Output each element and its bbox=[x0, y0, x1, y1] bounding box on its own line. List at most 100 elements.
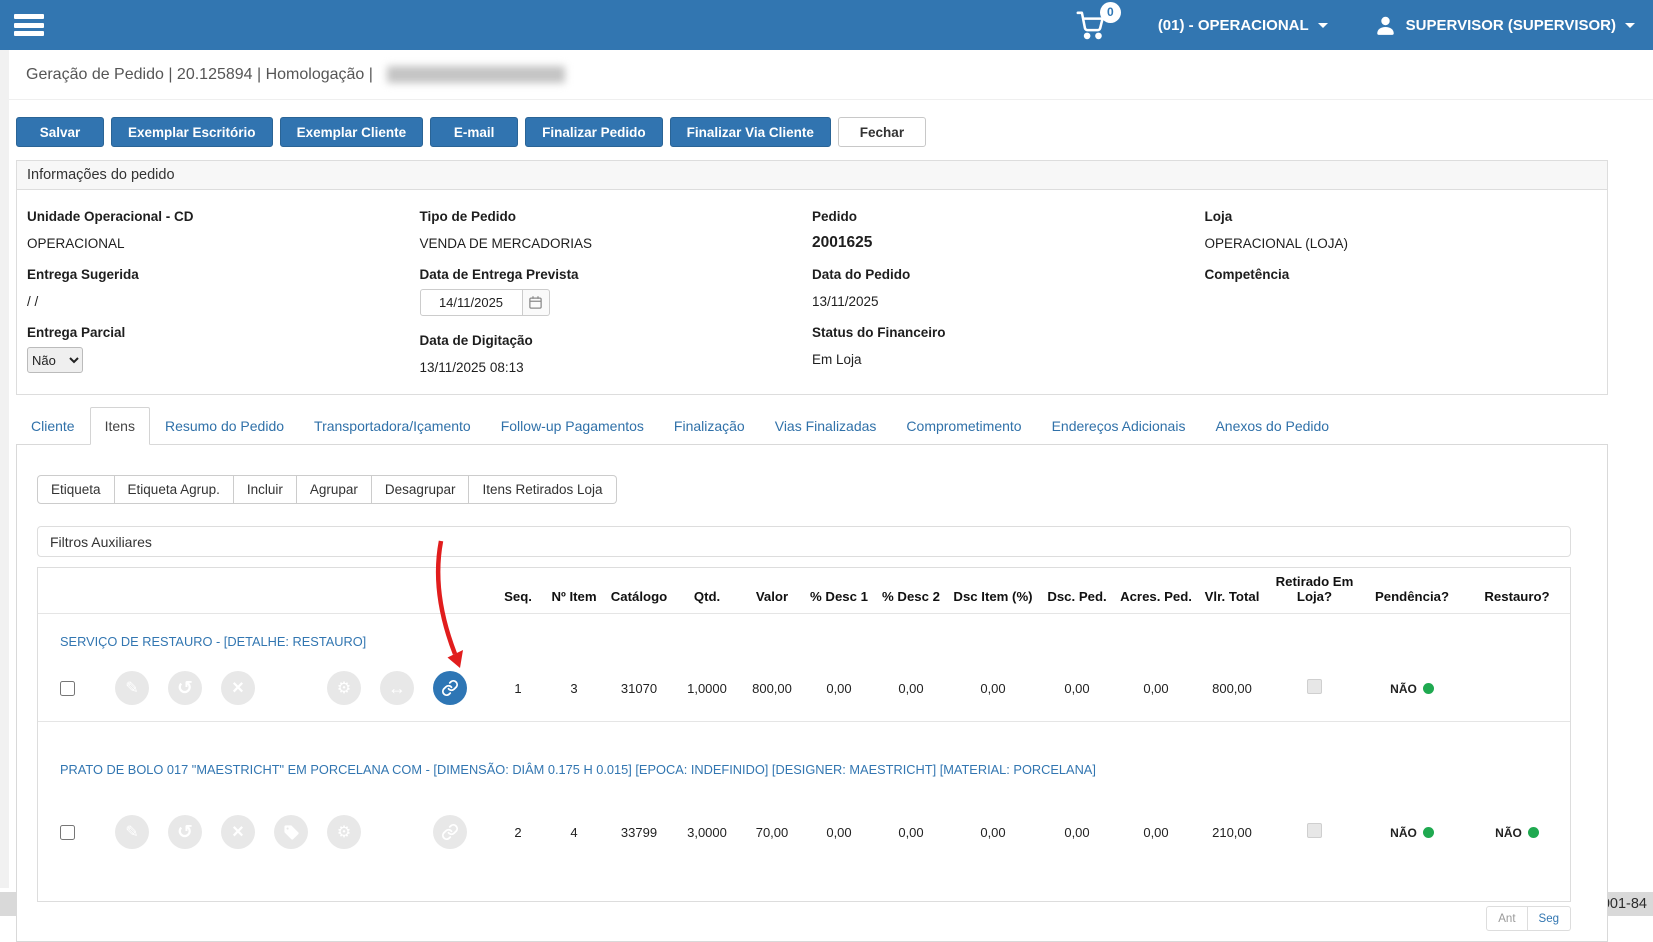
order-info-column-3: Pedido 2001625 Data do Pedido 13/11/2025… bbox=[812, 194, 1205, 376]
user-menu-label: SUPERVISOR (SUPERVISOR) bbox=[1406, 17, 1616, 34]
fechar-button[interactable]: Fechar bbox=[838, 117, 926, 147]
pagination: Ant Seg bbox=[37, 906, 1571, 935]
column-header-qtd[interactable]: Qtd. bbox=[673, 589, 741, 604]
chevron-down-icon bbox=[1625, 23, 1635, 28]
column-header-restauro[interactable]: Restauro? bbox=[1462, 589, 1572, 604]
tab-itens[interactable]: Itens bbox=[90, 407, 150, 445]
action-toolbar: Salvar Exemplar Escritório Exemplar Clie… bbox=[0, 100, 1653, 147]
column-header-vlr-total[interactable]: Vlr. Total bbox=[1197, 589, 1267, 604]
finalizar-pedido-button[interactable]: Finalizar Pedido bbox=[525, 117, 663, 147]
item-description-link[interactable]: PRATO DE BOLO 017 "MAESTRICHT" EM PORCEL… bbox=[60, 762, 1096, 777]
item-description-link[interactable]: SERVIÇO DE RESTAURO - [DETALHE: RESTAURO… bbox=[60, 634, 366, 649]
column-header-desc2[interactable]: % Desc 2 bbox=[875, 589, 947, 604]
hamburger-menu-icon[interactable] bbox=[14, 14, 44, 36]
gear-icon[interactable]: ⚙ bbox=[327, 815, 361, 849]
itens-retirados-loja-button[interactable]: Itens Retirados Loja bbox=[469, 475, 616, 504]
cell-dsc-ped: 0,00 bbox=[1039, 681, 1115, 696]
email-button[interactable]: E-mail bbox=[430, 117, 518, 147]
calendar-button[interactable] bbox=[523, 289, 550, 316]
entrega-parcial-select[interactable]: Não bbox=[27, 347, 83, 373]
cell-vlr-total: 210,00 bbox=[1197, 825, 1267, 840]
tab-follow-up-pagamentos[interactable]: Follow-up Pagamentos bbox=[486, 407, 659, 445]
desagrupar-button[interactable]: Desagrupar bbox=[372, 475, 470, 504]
data-pedido-value: 13/11/2025 bbox=[812, 292, 1205, 310]
topbar: 0 (01) - OPERACIONAL SUPERVISOR (SUPERVI… bbox=[0, 0, 1653, 50]
item-data-row: ✎ ↺ × ⚙ bbox=[38, 815, 1570, 901]
link-icon-disabled[interactable] bbox=[433, 815, 467, 849]
tab-comprometimento[interactable]: Comprometimento bbox=[891, 407, 1036, 445]
tab-resumo-do-pedido[interactable]: Resumo do Pedido bbox=[150, 407, 299, 445]
entrega-prevista-label: Data de Entrega Prevista bbox=[420, 265, 813, 283]
green-status-dot bbox=[1528, 827, 1539, 838]
remove-icon[interactable]: × bbox=[221, 815, 255, 849]
history-icon[interactable]: ↺ bbox=[168, 815, 202, 849]
cell-acres-ped: 0,00 bbox=[1115, 825, 1197, 840]
column-header-acres-ped[interactable]: Acres. Ped. bbox=[1115, 589, 1197, 604]
resize-arrows-icon[interactable]: ↔ bbox=[380, 671, 414, 705]
pendencia-status: NÃO bbox=[1390, 682, 1434, 696]
filtros-auxiliares-panel[interactable]: Filtros Auxiliares bbox=[37, 526, 1571, 557]
column-header-dsc-item[interactable]: Dsc Item (%) bbox=[947, 589, 1039, 604]
history-icon[interactable]: ↺ bbox=[168, 671, 202, 705]
edit-icon[interactable]: ✎ bbox=[115, 815, 149, 849]
order-info-panel: Informações do pedido Unidade Operaciona… bbox=[16, 160, 1608, 395]
cell-desc1: 0,00 bbox=[803, 681, 875, 696]
remove-icon[interactable]: × bbox=[221, 671, 255, 705]
redacted-text bbox=[387, 66, 565, 83]
row-select-checkbox[interactable] bbox=[60, 681, 75, 696]
column-header-retirado-em-loja[interactable]: Retirado Em Loja? bbox=[1267, 574, 1362, 604]
column-header-catalogo[interactable]: Catálogo bbox=[605, 589, 673, 604]
chevron-down-icon bbox=[1318, 23, 1328, 28]
column-header-seq[interactable]: Seq. bbox=[493, 589, 543, 604]
competencia-value bbox=[1205, 292, 1598, 310]
item-row-group: SERVIÇO DE RESTAURO - [DETALHE: RESTAURO… bbox=[38, 614, 1570, 722]
incluir-button[interactable]: Incluir bbox=[234, 475, 297, 504]
branch-menu[interactable]: (01) - OPERACIONAL bbox=[1158, 17, 1328, 34]
filtros-auxiliares-title: Filtros Auxiliares bbox=[50, 534, 152, 550]
tag-icon[interactable] bbox=[274, 815, 308, 849]
breadcrumb-bar: Geração de Pedido | 20.125894 | Homologa… bbox=[0, 50, 1653, 100]
exemplar-escritorio-button[interactable]: Exemplar Escritório bbox=[111, 117, 273, 147]
tab-finalizacao[interactable]: Finalização bbox=[659, 407, 760, 445]
cell-valor: 800,00 bbox=[741, 681, 803, 696]
agrupar-button[interactable]: Agrupar bbox=[297, 475, 372, 504]
items-table: Seq. Nº Item Catálogo Qtd. Valor % Desc … bbox=[37, 567, 1571, 902]
column-header-valor[interactable]: Valor bbox=[741, 589, 803, 604]
green-status-dot bbox=[1423, 827, 1434, 838]
tab-anexos-do-pedido[interactable]: Anexos do Pedido bbox=[1200, 407, 1344, 445]
cart-button[interactable]: 0 bbox=[1075, 11, 1106, 40]
tab-cliente[interactable]: Cliente bbox=[16, 407, 90, 445]
finalizar-via-cliente-button[interactable]: Finalizar Via Cliente bbox=[670, 117, 831, 147]
edit-icon[interactable]: ✎ bbox=[115, 671, 149, 705]
cell-dsc-ped: 0,00 bbox=[1039, 825, 1115, 840]
data-digitacao-label: Data de Digitação bbox=[420, 331, 813, 349]
user-menu[interactable]: SUPERVISOR (SUPERVISOR) bbox=[1374, 14, 1635, 37]
row-select-checkbox[interactable] bbox=[60, 825, 75, 840]
order-info-column-1: Unidade Operacional - CD OPERACIONAL Ent… bbox=[27, 194, 420, 376]
column-header-desc1[interactable]: % Desc 1 bbox=[803, 589, 875, 604]
column-header-pendencia[interactable]: Pendência? bbox=[1362, 589, 1462, 604]
etiqueta-agrup-button[interactable]: Etiqueta Agrup. bbox=[115, 475, 234, 504]
tipo-pedido-label: Tipo de Pedido bbox=[420, 207, 813, 225]
salvar-button[interactable]: Salvar bbox=[16, 117, 104, 147]
tab-transportadora-icamento[interactable]: Transportadora/Içamento bbox=[299, 407, 486, 445]
page-left-gutter bbox=[0, 50, 9, 888]
etiqueta-button[interactable]: Etiqueta bbox=[37, 475, 115, 504]
column-header-n-item[interactable]: Nº Item bbox=[543, 589, 605, 604]
tab-vias-finalizadas[interactable]: Vias Finalizadas bbox=[760, 407, 892, 445]
retirado-em-loja-checkbox bbox=[1307, 823, 1322, 838]
tab-enderecos-adicionais[interactable]: Endereços Adicionais bbox=[1037, 407, 1201, 445]
exemplar-cliente-button[interactable]: Exemplar Cliente bbox=[280, 117, 424, 147]
cell-seq: 1 bbox=[493, 681, 543, 696]
gear-icon[interactable]: ⚙ bbox=[327, 671, 361, 705]
pedido-value: 2001625 bbox=[812, 234, 1205, 252]
link-icon[interactable] bbox=[433, 671, 467, 705]
cell-desc1: 0,00 bbox=[803, 825, 875, 840]
entrega-prevista-input[interactable] bbox=[420, 289, 523, 316]
order-info-title: Informações do pedido bbox=[17, 161, 1607, 190]
pagination-next-button[interactable]: Seg bbox=[1528, 906, 1571, 931]
cell-vlr-total: 800,00 bbox=[1197, 681, 1267, 696]
pagination-prev-button[interactable]: Ant bbox=[1486, 906, 1527, 931]
column-header-dsc-ped[interactable]: Dsc. Ped. bbox=[1039, 589, 1115, 604]
itens-button-group: Etiqueta Etiqueta Agrup. Incluir Agrupar… bbox=[37, 475, 1571, 504]
